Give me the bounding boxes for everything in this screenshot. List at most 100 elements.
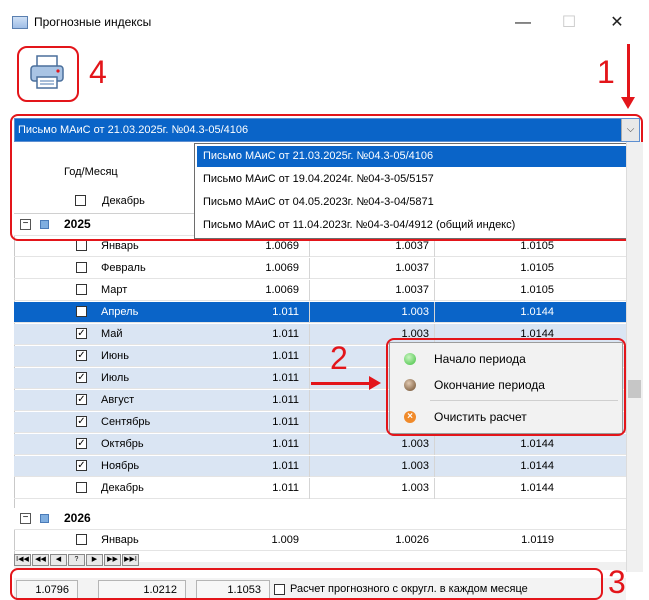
value-cell-3: 1.0144 <box>520 460 554 472</box>
column-divider <box>434 456 435 477</box>
month-cell: Сентябрь <box>101 416 151 428</box>
month-cell: Ноябрь <box>101 460 140 472</box>
next-record-button[interactable]: ▶ <box>86 554 103 566</box>
column-divider <box>309 346 310 367</box>
value-cell-1: 1.011 <box>272 328 299 340</box>
column-divider <box>309 302 310 323</box>
column-divider <box>309 368 310 389</box>
row-checkbox[interactable]: ✓ <box>76 394 87 405</box>
callout-3: 3 <box>608 564 626 600</box>
table-row[interactable]: ✓ Ноябрь 1.011 1.003 1.0144 <box>14 456 626 477</box>
column-divider <box>434 302 435 323</box>
value-cell-2: 1.0026 <box>395 534 429 546</box>
window-title: Прогнозные индексы <box>34 15 152 29</box>
first-record-button[interactable]: I◀◀ <box>14 554 31 566</box>
value-cell-1: 1.011 <box>272 306 299 318</box>
row-checkbox[interactable] <box>76 284 87 295</box>
close-button[interactable]: ✕ <box>594 8 640 38</box>
month-cell: Апрель <box>101 306 139 318</box>
column-divider <box>309 280 310 301</box>
callout-1: 1 <box>597 54 615 90</box>
column-divider <box>434 280 435 301</box>
table-row[interactable]: Апрель 1.011 1.003 1.0144 <box>14 302 626 323</box>
group-icon <box>40 514 49 523</box>
minimize-button[interactable]: — <box>500 8 546 38</box>
row-checkbox[interactable]: ✓ <box>76 438 87 449</box>
maximize-button[interactable]: ☐ <box>546 8 592 38</box>
row-checkbox[interactable]: ✓ <box>76 460 87 471</box>
printer-icon <box>30 55 64 89</box>
value-cell-2: 1.003 <box>401 306 429 318</box>
table-row[interactable]: ✓ Октябрь 1.011 1.003 1.0144 <box>14 434 626 455</box>
row-checkbox[interactable]: ✓ <box>76 328 87 339</box>
column-divider <box>309 478 310 499</box>
row-checkbox[interactable] <box>76 306 87 317</box>
value-cell-1: 1.011 <box>272 416 299 428</box>
table-row[interactable]: Март 1.0069 1.0037 1.0105 <box>14 280 626 301</box>
callout-arrow-2 <box>311 382 371 385</box>
value-cell-3: 1.0105 <box>520 262 554 274</box>
row-checkbox[interactable]: ✓ <box>76 416 87 427</box>
month-cell: Июнь <box>101 350 129 362</box>
callout-box-1 <box>10 114 643 241</box>
value-cell-2: 1.0037 <box>395 284 429 296</box>
column-divider <box>309 258 310 279</box>
column-divider <box>434 478 435 499</box>
month-cell: Декабрь <box>101 482 144 494</box>
callout-box-3 <box>10 568 603 600</box>
month-cell: Март <box>101 284 128 296</box>
value-cell-1: 1.011 <box>272 350 299 362</box>
table-row[interactable]: Февраль 1.0069 1.0037 1.0105 <box>14 258 626 279</box>
column-divider <box>309 324 310 345</box>
row-checkbox[interactable]: ✓ <box>76 372 87 383</box>
column-divider <box>309 456 310 477</box>
value-cell-3: 1.0144 <box>520 306 554 318</box>
value-cell-1: 1.011 <box>272 394 299 406</box>
value-cell-2: 1.003 <box>401 460 429 472</box>
month-cell: Май <box>101 328 123 340</box>
value-cell-3: 1.0144 <box>520 438 554 450</box>
row-checkbox[interactable] <box>76 534 87 545</box>
group-row-2026[interactable]: − 2026 <box>14 508 626 530</box>
callout-arrow-2-head <box>369 376 381 390</box>
callout-arrow-1 <box>627 44 630 99</box>
value-cell-1: 1.0069 <box>265 262 299 274</box>
value-cell-2: 1.003 <box>401 438 429 450</box>
value-cell-1: 1.011 <box>272 438 299 450</box>
last-record-button[interactable]: ▶▶I <box>122 554 139 566</box>
month-cell: Август <box>101 394 135 406</box>
value-cell-1: 1.009 <box>271 534 299 546</box>
next-page-button[interactable]: ▶▶ <box>104 554 121 566</box>
month-cell: Январь <box>101 534 139 546</box>
scrollbar-thumb[interactable] <box>628 380 641 398</box>
value-cell-1: 1.0069 <box>265 284 299 296</box>
vertical-scrollbar[interactable] <box>626 142 643 572</box>
value-cell-2: 1.003 <box>401 482 429 494</box>
value-cell-3: 1.0119 <box>521 534 554 546</box>
row-checkbox[interactable] <box>76 240 87 251</box>
callout-arrow-1-head <box>621 97 635 109</box>
column-divider <box>434 258 435 279</box>
value-cell-2: 1.0037 <box>395 262 429 274</box>
prev-page-button[interactable]: ◀◀ <box>32 554 49 566</box>
callout-2: 2 <box>330 340 348 376</box>
prev-record-button[interactable]: ◀ <box>50 554 67 566</box>
value-cell-3: 1.0105 <box>520 284 554 296</box>
value-cell-1: 1.011 <box>272 372 299 384</box>
value-cell-1: 1.011 <box>272 482 299 494</box>
table-row[interactable]: Декабрь 1.011 1.003 1.0144 <box>14 478 626 499</box>
group-label: 2026 <box>64 511 91 525</box>
callout-box-2 <box>386 338 626 436</box>
collapse-icon[interactable]: − <box>20 513 31 524</box>
row-checkbox[interactable] <box>76 482 87 493</box>
column-divider <box>309 412 310 433</box>
row-checkbox[interactable]: ✓ <box>76 350 87 361</box>
month-cell: Октябрь <box>101 438 144 450</box>
record-position[interactable]: ? <box>68 554 85 566</box>
callout-4: 4 <box>89 54 107 90</box>
row-checkbox[interactable] <box>76 262 87 273</box>
value-cell-3: 1.0144 <box>520 482 554 494</box>
value-cell-1: 1.011 <box>272 460 299 472</box>
print-button[interactable] <box>17 46 79 102</box>
table-row[interactable]: Январь 1.009 1.0026 1.0119 <box>14 530 626 551</box>
